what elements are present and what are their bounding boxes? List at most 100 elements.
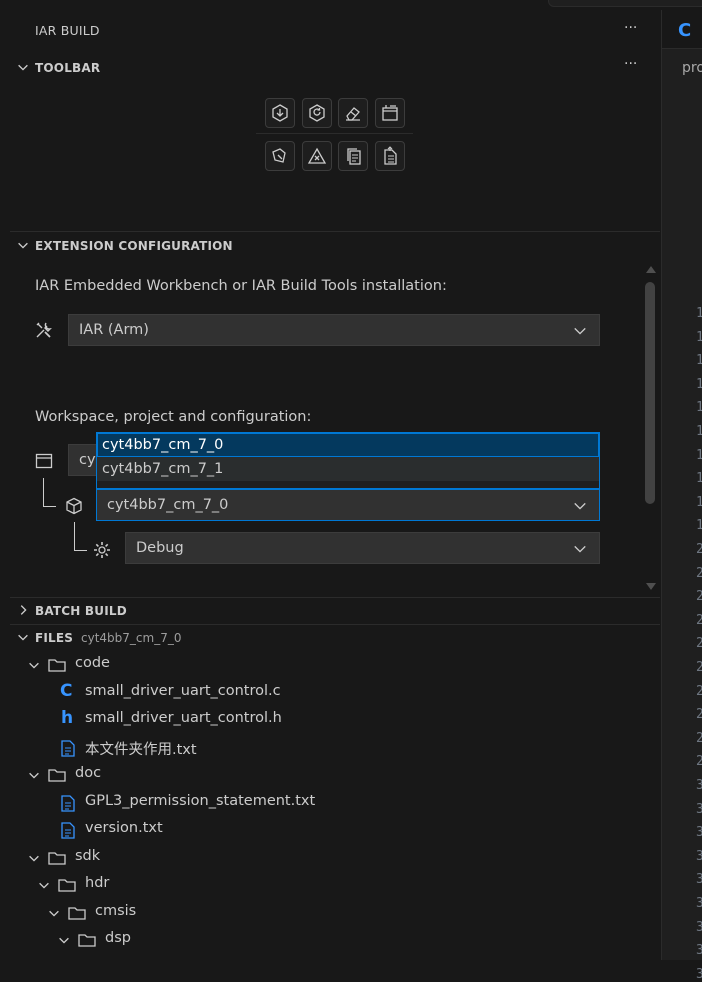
installation-select[interactable]: IAR (Arm) bbox=[68, 314, 600, 346]
tree-item-label: doc bbox=[75, 765, 102, 781]
configuration-select[interactable]: Debug bbox=[125, 532, 600, 564]
toolbar-divider bbox=[256, 133, 413, 134]
editor-area[interactable]: C pro 1 1 1 1 1 1 1 1 1 1 2 2 2 2 2 2 2 2 2 2 3 3 3 3 3 3 3 3 3 bbox=[661, 10, 702, 982]
folder-icon bbox=[48, 659, 66, 672]
tree-item-label: cmsis bbox=[95, 903, 137, 919]
toolbar-section-header[interactable]: TOOLBAR bbox=[10, 56, 660, 82]
line-number: 1 bbox=[696, 424, 702, 439]
sidebar-title: IAR BUILD bbox=[35, 23, 100, 38]
chevron-down-icon bbox=[29, 772, 39, 779]
chevron-down-icon bbox=[29, 662, 39, 669]
tree-folder-cmsis[interactable]: cmsis bbox=[10, 899, 660, 926]
line-number: 2 bbox=[696, 683, 702, 699]
folder-icon bbox=[58, 879, 76, 892]
line-number: 2 bbox=[696, 612, 702, 628]
rebuild-button[interactable] bbox=[302, 98, 332, 128]
line-number: 3 bbox=[696, 966, 702, 982]
workspace-label: Workspace, project and configuration: bbox=[35, 409, 312, 425]
line-number: 3 bbox=[696, 778, 702, 793]
workspace-window-icon bbox=[35, 453, 53, 469]
config-section-header[interactable]: EXTENSION CONFIGURATION bbox=[10, 234, 660, 260]
tree-file-c[interactable]: C small_driver_uart_control.c bbox=[10, 679, 660, 706]
top-tab-fragment bbox=[548, 0, 702, 7]
tree-item-label: 本文件夹作用.txt bbox=[85, 742, 197, 758]
project-option[interactable]: cyt4bb7_cm_7_0 bbox=[97, 433, 599, 457]
chevron-down-icon bbox=[29, 855, 39, 862]
chevron-down-icon bbox=[59, 937, 69, 944]
line-number: 2 bbox=[696, 730, 702, 746]
toolbar-section-title: TOOLBAR bbox=[35, 61, 101, 75]
window-top-strip bbox=[0, 0, 702, 10]
tree-file-txt[interactable]: version.txt bbox=[10, 816, 660, 843]
tree-folder-code[interactable]: code bbox=[10, 651, 660, 678]
tree-file-txt[interactable]: 本文件夹作用.txt bbox=[10, 734, 660, 761]
tree-folder-doc[interactable]: doc bbox=[10, 761, 660, 788]
line-number: 3 bbox=[696, 943, 702, 959]
stop-icon bbox=[307, 147, 327, 164]
analyze-button[interactable] bbox=[265, 141, 295, 171]
tree-folder-dsp[interactable]: dsp bbox=[10, 926, 660, 953]
chevron-down-icon bbox=[18, 64, 28, 71]
tree-item-label: small_driver_uart_control.h bbox=[85, 710, 282, 726]
line-number: 1 bbox=[696, 471, 702, 487]
tree-item-label: sdk bbox=[75, 848, 101, 864]
stop-analysis-button[interactable] bbox=[302, 141, 332, 171]
build-download-button[interactable] bbox=[265, 98, 295, 128]
line-number: 2 bbox=[696, 565, 702, 581]
folder-icon bbox=[78, 934, 96, 947]
chevron-down-icon bbox=[574, 545, 586, 553]
c-file-icon: C bbox=[60, 681, 73, 701]
line-number: 2 bbox=[696, 542, 702, 557]
tree-folder-sdk[interactable]: sdk bbox=[10, 844, 660, 871]
tree-item-label: small_driver_uart_control.c bbox=[85, 683, 281, 699]
editor-tab-bar[interactable]: C bbox=[662, 10, 702, 49]
batch-build-section-header[interactable]: BATCH BUILD bbox=[10, 599, 660, 625]
config-section-title: EXTENSION CONFIGURATION bbox=[35, 239, 233, 253]
line-number: 1 bbox=[696, 306, 702, 321]
project-value: cyt4bb7_cm_7_0 bbox=[107, 497, 229, 513]
chevron-down-icon bbox=[574, 327, 586, 335]
clean-button[interactable] bbox=[338, 98, 368, 128]
chevron-down-icon bbox=[574, 502, 586, 510]
gear-icon bbox=[94, 542, 110, 558]
tree-folder-hdr[interactable]: hdr bbox=[10, 871, 660, 898]
open-workbench-button[interactable] bbox=[375, 98, 405, 128]
project-dropdown-list[interactable]: cyt4bb7_cm_7_0 cyt4bb7_cm_7_1 bbox=[96, 432, 600, 489]
project-option[interactable]: cyt4bb7_cm_7_1 bbox=[97, 457, 599, 481]
section-divider bbox=[10, 597, 660, 598]
tree-connector bbox=[43, 478, 56, 507]
chevron-down-icon bbox=[39, 882, 49, 889]
open-workbench-icon bbox=[382, 105, 398, 121]
chevron-right-icon bbox=[20, 605, 27, 615]
sidebar-more-actions-button[interactable]: ··· bbox=[624, 20, 637, 36]
line-number: 1 bbox=[696, 400, 702, 416]
tree-file-h[interactable]: h small_driver_uart_control.h bbox=[10, 706, 660, 733]
editor-breadcrumb[interactable]: pro bbox=[682, 60, 702, 76]
project-select[interactable]: cyt4bb7_cm_7_0 bbox=[96, 489, 600, 521]
configuration-value: Debug bbox=[136, 540, 184, 556]
tree-file-txt[interactable]: GPL3_permission_statement.txt bbox=[10, 789, 660, 816]
c-file-icon: C bbox=[678, 20, 692, 41]
files-title: FILES bbox=[35, 631, 74, 645]
installation-label: IAR Embedded Workbench or IAR Build Tool… bbox=[35, 278, 447, 294]
section-divider bbox=[10, 624, 660, 625]
line-number: 1 bbox=[696, 447, 702, 463]
line-number: 3 bbox=[696, 896, 702, 911]
text-file-icon bbox=[61, 740, 75, 757]
tree-item-label: version.txt bbox=[85, 820, 163, 836]
scroll-down-arrow-icon[interactable] bbox=[645, 582, 657, 592]
chevron-down-icon bbox=[18, 242, 28, 249]
chevron-down-icon bbox=[18, 634, 28, 641]
project-properties-button[interactable] bbox=[375, 141, 405, 171]
config-scrollbar-thumb[interactable] bbox=[645, 282, 655, 504]
clean-icon bbox=[346, 107, 360, 121]
line-number: 2 bbox=[696, 707, 702, 723]
toolbar-more-actions-button[interactable]: ··· bbox=[624, 56, 637, 72]
scroll-up-arrow-icon[interactable] bbox=[645, 264, 657, 274]
tree-item-label: GPL3_permission_statement.txt bbox=[85, 793, 316, 809]
properties-icon bbox=[384, 146, 397, 165]
copy-config-button[interactable] bbox=[338, 141, 368, 171]
analyze-icon bbox=[272, 148, 286, 163]
files-section-header[interactable]: FILES cyt4bb7_cm_7_0 bbox=[10, 626, 660, 652]
project-cube-icon bbox=[66, 497, 82, 515]
